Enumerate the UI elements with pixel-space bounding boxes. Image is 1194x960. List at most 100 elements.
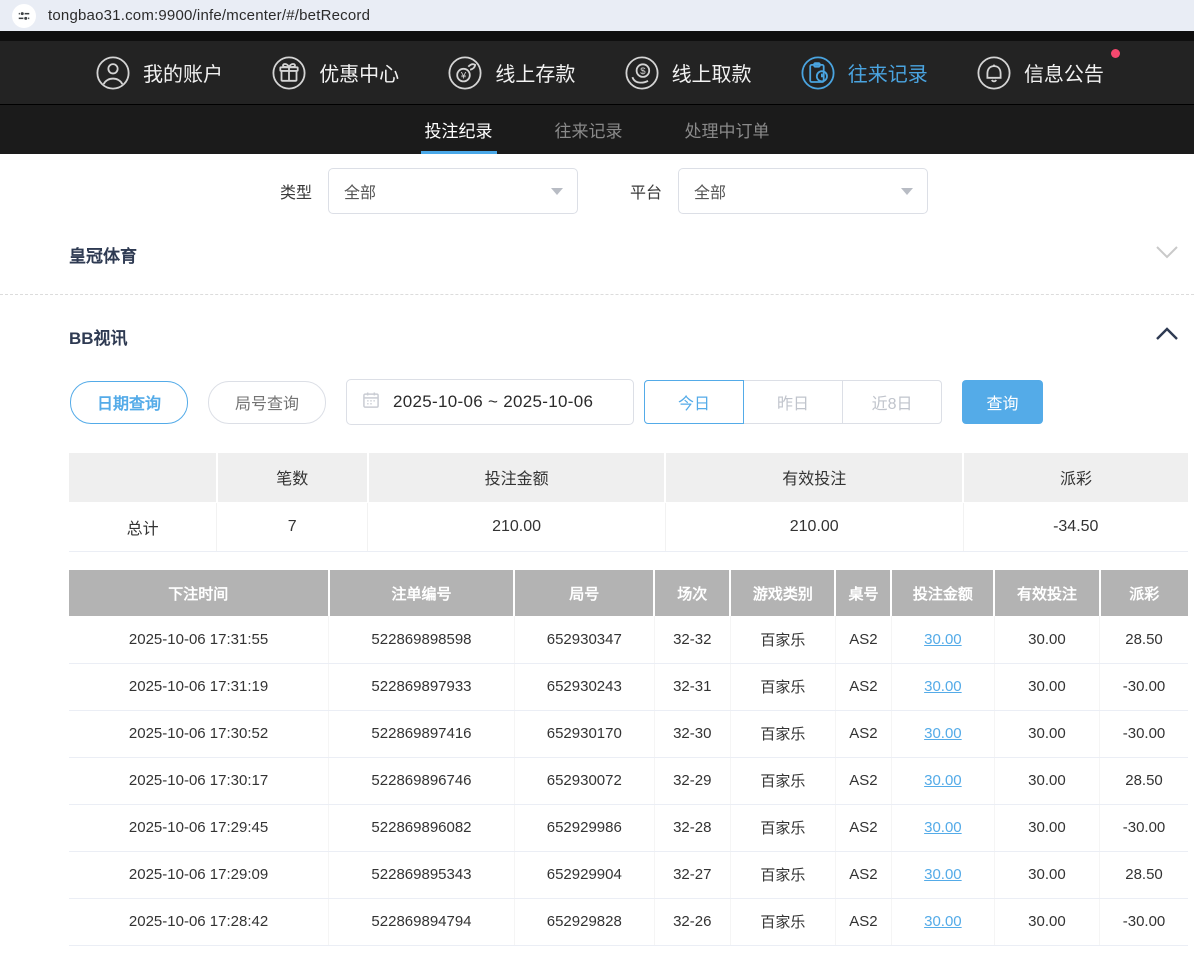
table-cell: AS2 — [835, 851, 891, 898]
search-button[interactable]: 查询 — [962, 380, 1043, 424]
platform-select[interactable]: 全部 — [678, 168, 928, 214]
type-select[interactable]: 全部 — [328, 168, 578, 214]
table-cell: 28.50 — [1100, 616, 1188, 663]
today-button[interactable]: 今日 — [644, 380, 744, 424]
table-cell: 2025-10-06 17:29:45 — [69, 804, 329, 851]
table-cell: 522869896746 — [329, 757, 515, 804]
nav-item-deposit[interactable]: ¥ 线上存款 — [447, 55, 575, 91]
type-filter-label: 类型 — [280, 179, 312, 203]
table-cell: AS2 — [835, 616, 891, 663]
table-cell: 30.00 — [994, 898, 1099, 945]
header-top-strip — [0, 31, 1194, 41]
section-bb-video-header: BB视讯 — [69, 324, 1180, 349]
table-cell: 2025-10-06 17:30:52 — [69, 710, 329, 757]
date-range-input[interactable]: 2025-10-06 ~ 2025-10-06 — [346, 379, 634, 425]
section-crown-sports: 皇冠体育 — [0, 242, 1194, 295]
nav-item-withdraw[interactable]: $ 线上取款 — [624, 55, 752, 91]
browser-url-bar: tongbao31.com:9900/infe/mcenter/#/betRec… — [0, 0, 1194, 31]
table-cell: 2025-10-06 17:31:19 — [69, 663, 329, 710]
table-cell: 522869895343 — [329, 851, 515, 898]
column-header: 下注时间 — [69, 570, 329, 616]
table-cell: -30.00 — [1100, 663, 1188, 710]
bet-amount-cell: 30.00 — [891, 710, 994, 757]
table-cell: AS2 — [835, 663, 891, 710]
last-8-days-button[interactable]: 近8日 — [842, 380, 942, 424]
top-nav: 我的账户 优惠中心 ¥ 线上存款 — [0, 41, 1194, 105]
bet-amount-cell: 30.00 — [891, 851, 994, 898]
table-row: 2025-10-06 17:28:42522869894794652929828… — [69, 898, 1188, 945]
tab-label: 往来记录 — [555, 117, 623, 142]
table-cell: 32-26 — [654, 898, 730, 945]
yesterday-button[interactable]: 昨日 — [743, 380, 843, 424]
bet-amount-link[interactable]: 30.00 — [924, 631, 962, 648]
table-cell: -30.00 — [1100, 804, 1188, 851]
table-cell: 32-32 — [654, 616, 730, 663]
bb-section-title: BB视讯 — [69, 324, 128, 349]
table-row: 2025-10-06 17:31:55522869898598652930347… — [69, 616, 1188, 663]
table-cell: AS2 — [835, 898, 891, 945]
nav-item-promotions[interactable]: 优惠中心 — [271, 55, 399, 91]
column-header: 有效投注 — [994, 570, 1099, 616]
table-cell: -30.00 — [1100, 710, 1188, 757]
round-query-button[interactable]: 局号查询 — [208, 381, 326, 424]
url-text[interactable]: tongbao31.com:9900/infe/mcenter/#/betRec… — [48, 7, 370, 24]
table-cell: -30.00 — [1100, 898, 1188, 945]
chevron-down-icon — [901, 188, 913, 195]
table-cell: 522869897416 — [329, 710, 515, 757]
column-header: 派彩 — [1100, 570, 1188, 616]
table-cell: 百家乐 — [730, 757, 835, 804]
summary-bet-amount-value: 210.00 — [368, 502, 666, 551]
nav-item-announcements[interactable]: 信息公告 — [976, 55, 1104, 91]
nav-item-label: 线上取款 — [672, 58, 752, 87]
account-icon — [95, 55, 131, 91]
date-query-button[interactable]: 日期查询 — [70, 381, 188, 424]
table-row: 2025-10-06 17:30:17522869896746652930072… — [69, 757, 1188, 804]
bet-table-body: 2025-10-06 17:31:55522869898598652930347… — [69, 616, 1188, 945]
nav-item-label: 往来记录 — [848, 58, 928, 87]
table-cell: 30.00 — [994, 757, 1099, 804]
tab-bet-record[interactable]: 投注纪录 — [423, 105, 495, 154]
nav-item-my-account[interactable]: 我的账户 — [95, 55, 223, 91]
withdraw-icon: $ — [624, 55, 660, 91]
notification-dot — [1111, 49, 1120, 58]
table-cell: 522869897933 — [329, 663, 515, 710]
bet-amount-cell: 30.00 — [891, 663, 994, 710]
bet-amount-cell: 30.00 — [891, 898, 994, 945]
chevron-up-icon[interactable] — [1154, 325, 1180, 348]
chevron-down-icon[interactable] — [1154, 243, 1180, 266]
summary-total-label: 总计 — [69, 502, 217, 551]
bet-amount-link[interactable]: 30.00 — [924, 913, 962, 930]
summary-count-value: 7 — [217, 502, 368, 551]
summary-valid-bet-value: 210.00 — [665, 502, 963, 551]
tab-pending-orders[interactable]: 处理中订单 — [683, 105, 772, 154]
query-controls: 日期查询 局号查询 2025-10-06 ~ 2025-10-06 今日 昨日 … — [70, 379, 1194, 425]
button-label: 昨日 — [777, 390, 809, 414]
nav-item-records[interactable]: 往来记录 — [800, 55, 928, 91]
bet-table-header-row: 下注时间注单编号局号场次游戏类别桌号投注金额有效投注派彩 — [69, 570, 1188, 616]
table-cell: 522869894794 — [329, 898, 515, 945]
svg-text:$: $ — [640, 66, 646, 77]
table-cell: 30.00 — [994, 710, 1099, 757]
table-cell: 652929828 — [514, 898, 654, 945]
bet-amount-link[interactable]: 30.00 — [924, 819, 962, 836]
site-settings-icon[interactable] — [12, 4, 36, 28]
table-cell: 652929986 — [514, 804, 654, 851]
column-header: 局号 — [514, 570, 654, 616]
bet-amount-link[interactable]: 30.00 — [924, 678, 962, 695]
table-cell: 百家乐 — [730, 663, 835, 710]
nav-item-label: 线上存款 — [495, 58, 575, 87]
tab-transaction-record[interactable]: 往来记录 — [553, 105, 625, 154]
button-label: 日期查询 — [97, 390, 161, 414]
table-cell: 28.50 — [1100, 851, 1188, 898]
bet-amount-link[interactable]: 30.00 — [924, 772, 962, 789]
button-label: 近8日 — [872, 390, 913, 414]
table-row: 2025-10-06 17:31:19522869897933652930243… — [69, 663, 1188, 710]
table-cell: 32-28 — [654, 804, 730, 851]
table-cell: 652929904 — [514, 851, 654, 898]
summary-header-payout: 派彩 — [963, 453, 1188, 502]
date-range-value: 2025-10-06 ~ 2025-10-06 — [393, 392, 593, 412]
bet-amount-cell: 30.00 — [891, 616, 994, 663]
table-cell: 32-29 — [654, 757, 730, 804]
bet-amount-link[interactable]: 30.00 — [924, 866, 962, 883]
bet-amount-link[interactable]: 30.00 — [924, 725, 962, 742]
